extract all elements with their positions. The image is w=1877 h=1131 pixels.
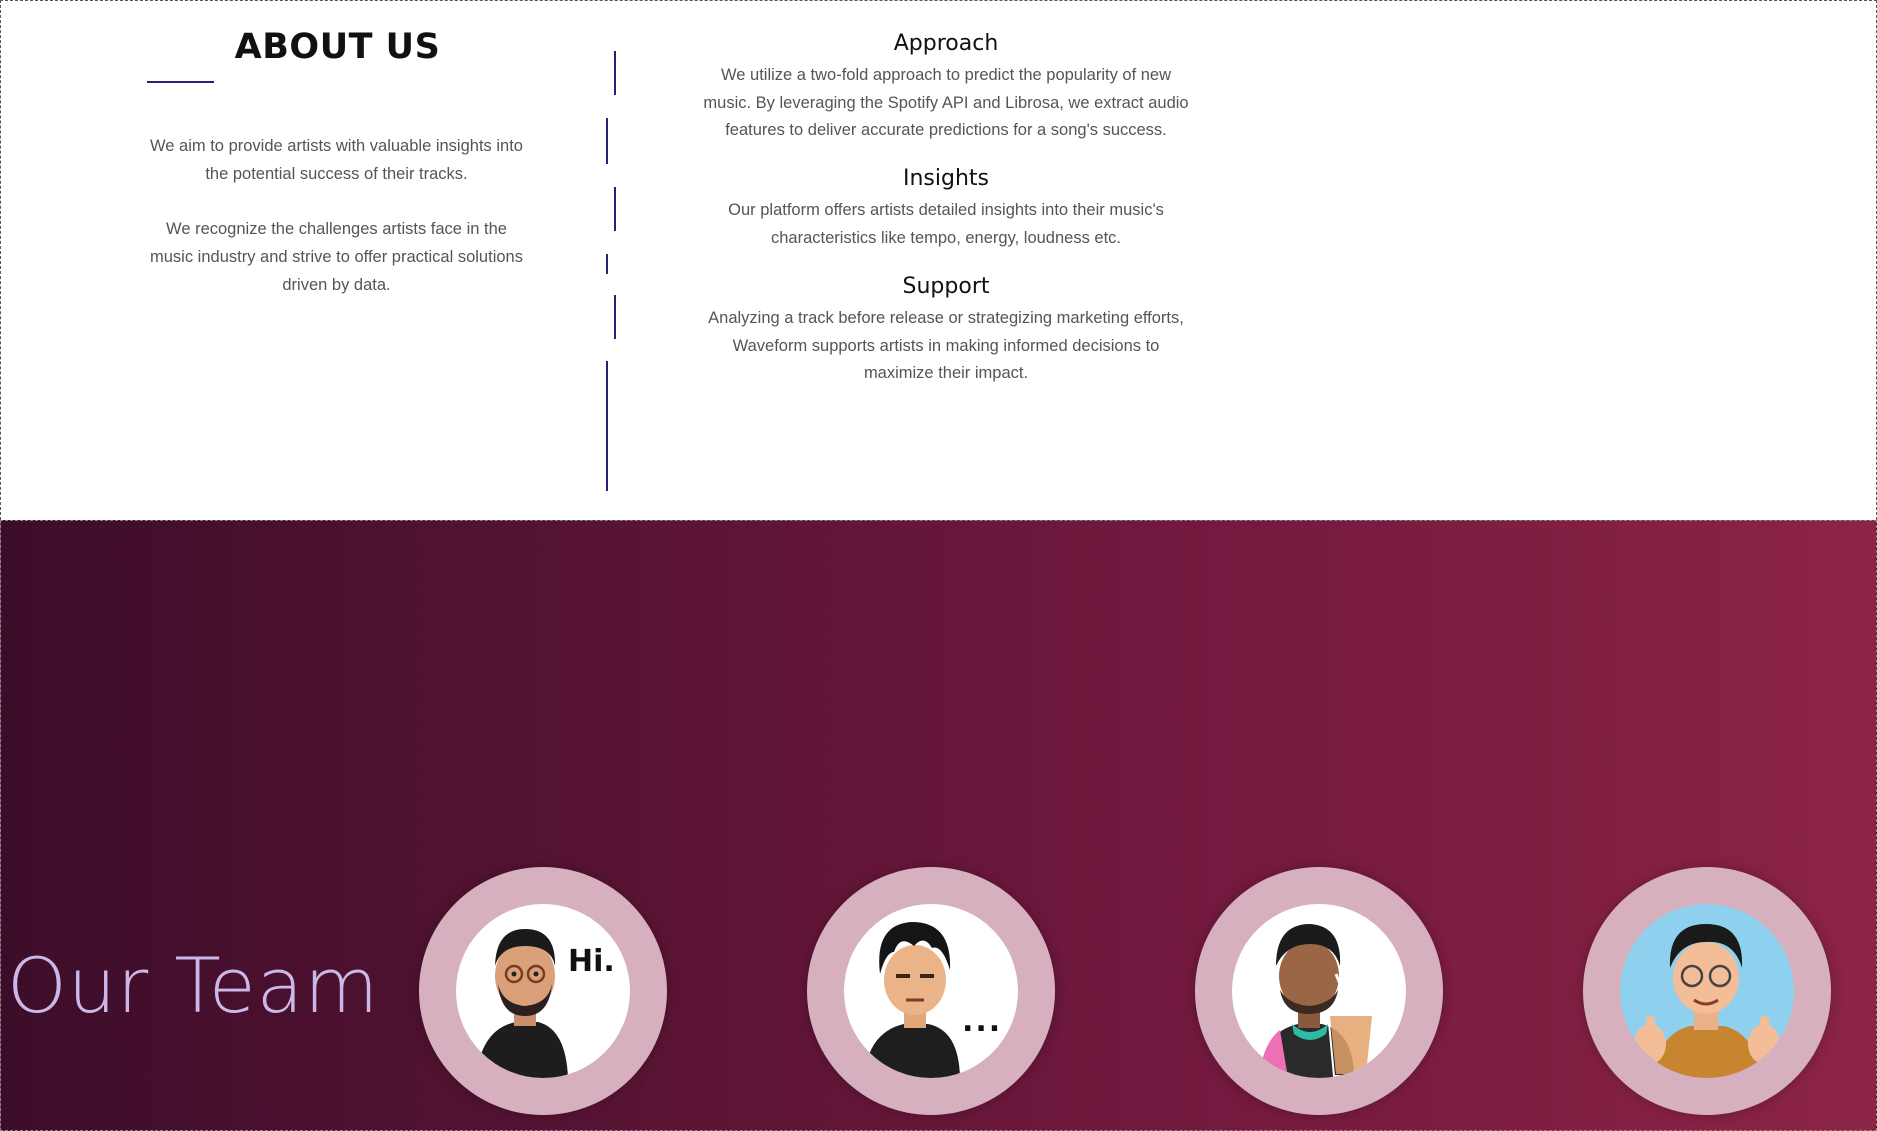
feature-insights: Insights Our platform offers artists det… [701,166,1191,252]
avatar-illustration [1634,924,1780,1078]
team-member-card[interactable] [1583,867,1831,1115]
avatar-illustration [1260,924,1376,1078]
team-member-card[interactable]: Hi. [419,867,667,1115]
divider-segment [606,254,608,274]
divider-segment [606,118,608,164]
about-title: ABOUT US [234,27,441,67]
divider-segment [614,51,616,95]
title-underline [147,81,214,83]
speech-text: Hi. [568,944,615,979]
bitmoji-drink-avatar [1232,904,1406,1078]
speech-text: ... [962,1004,1003,1039]
avatar-illustration [864,922,960,1078]
feature-text: Analyzing a track before release or stra… [708,309,1184,382]
feature-heading: Approach [893,31,999,56]
feature-support: Support Analyzing a track before release… [701,274,1191,388]
team-member-card[interactable]: ... [807,867,1055,1115]
intro-paragraph: We aim to provide artists with valuable … [150,137,523,183]
team-member-card[interactable] [1195,867,1443,1115]
about-intro: We aim to provide artists with valuable … [144,132,529,326]
memoji-thumbsup-avatar [1620,904,1794,1078]
avatar-illustration [476,929,568,1078]
team-title: Our Team [7,941,380,1030]
feature-approach: Approach We utilize a two-fold approach … [701,31,1191,145]
feature-heading: Insights [902,166,989,191]
feature-text: Our platform offers artists detailed ins… [728,201,1164,247]
feature-text: We utilize a two-fold approach to predic… [703,66,1189,139]
bitmoji-ellipsis-avatar: ... [844,904,1018,1078]
intro-paragraph: We recognize the challenges artists face… [150,220,523,294]
feature-heading: Support [902,274,990,299]
team-section: Our Team Hi. ... [0,520,1877,1131]
divider-segment [606,361,608,491]
bitmoji-hi-avatar: Hi. [456,904,630,1078]
divider-segment [614,187,616,231]
about-section: ABOUT US We aim to provide artists with … [0,0,1877,520]
divider-segment [614,295,616,339]
